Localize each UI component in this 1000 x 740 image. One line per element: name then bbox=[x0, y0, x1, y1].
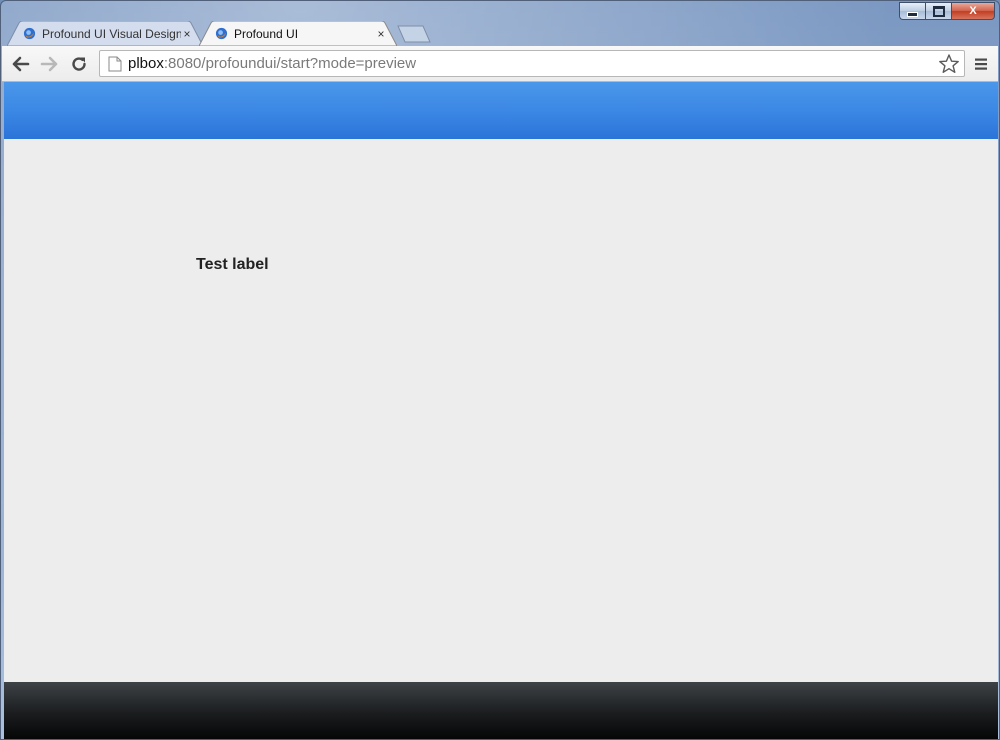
app-footer-bar bbox=[4, 682, 998, 739]
tab-profound-ui[interactable]: Profound UI × bbox=[199, 21, 397, 46]
new-tab-button[interactable] bbox=[397, 25, 431, 43]
tab-close-icon[interactable]: × bbox=[181, 27, 193, 41]
close-icon: X bbox=[969, 5, 977, 17]
forward-button[interactable] bbox=[38, 53, 60, 75]
star-icon[interactable] bbox=[938, 53, 960, 75]
tab-title: Profound UI bbox=[234, 26, 299, 41]
profound-ui-favicon-icon bbox=[23, 27, 36, 40]
minimize-button[interactable] bbox=[899, 2, 925, 20]
url-path: :8080/profoundui/start?mode=preview bbox=[163, 55, 417, 72]
reload-icon bbox=[72, 57, 86, 71]
profound-ui-favicon-icon bbox=[215, 27, 228, 40]
arrow-left-icon bbox=[12, 56, 30, 72]
reload-button[interactable] bbox=[68, 53, 90, 75]
url-host: plbox bbox=[128, 55, 164, 72]
app-header-bar bbox=[4, 82, 998, 139]
back-button[interactable] bbox=[10, 53, 32, 75]
page-viewport: Test label bbox=[4, 82, 998, 739]
maximize-button[interactable] bbox=[925, 2, 951, 20]
hamburger-menu-icon bbox=[975, 58, 987, 70]
tab-close-icon[interactable]: × bbox=[375, 27, 387, 41]
new-tab-icon bbox=[397, 25, 431, 43]
tab-title: Profound UI Visual Design bbox=[42, 26, 181, 41]
test-label: Test label bbox=[196, 256, 269, 273]
page-icon bbox=[108, 56, 122, 71]
tab-strip: Profound UI Visual Design × Profound UI … bbox=[1, 21, 999, 46]
address-url: plbox:8080/profoundui/start?mode=preview bbox=[128, 55, 938, 72]
tab-profound-ui-visual-designer[interactable]: Profound UI Visual Design × bbox=[7, 21, 203, 46]
address-bar[interactable]: plbox:8080/profoundui/start?mode=preview bbox=[99, 50, 965, 77]
browser-menu-button[interactable] bbox=[970, 53, 992, 75]
browser-toolbar: plbox:8080/profoundui/start?mode=preview bbox=[2, 46, 998, 82]
minimize-icon bbox=[907, 11, 918, 17]
maximize-icon bbox=[932, 5, 945, 17]
window-caption-buttons: X bbox=[899, 2, 995, 21]
arrow-right-icon bbox=[40, 56, 58, 72]
browser-window: X Profound UI Visual Design × Profound U… bbox=[0, 0, 1000, 740]
close-window-button[interactable]: X bbox=[951, 2, 995, 20]
